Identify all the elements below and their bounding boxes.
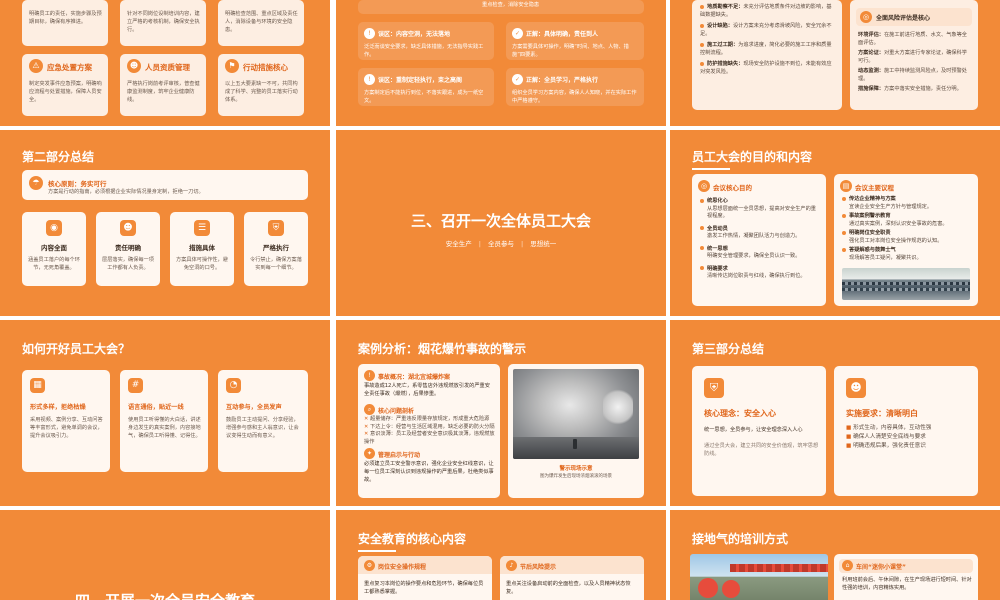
slide-title: 如何开好员工大会？ (22, 342, 131, 356)
case-photo-card: 警示现场示意 图为爆炸发生后现场浓烟滚滚的场景 (508, 364, 644, 498)
slide-meeting-purpose[interactable]: 员工大会的目的和内容 ◎ 会议核心目的 统思化心 从思想层面统一全员思想，提高对安… (670, 130, 1000, 316)
training-photo (690, 554, 828, 600)
shield-icon: ⛨ (268, 220, 284, 236)
lightbulb-icon: ✦ (364, 448, 375, 459)
warning-icon: ! (364, 74, 375, 85)
slide-title: 员工大会的目的和内容 (692, 150, 813, 170)
summary-card-2: ☻ 责任明确 层层落实，确保每一项工作都有人负责。 (96, 212, 160, 286)
gear-icon: ⚙ (364, 560, 375, 571)
core-principle-card: ☂ 核心原则：务实可行 方案是行动的指南，必须根据企业实际情况量身定制，拒绝一刀… (22, 170, 308, 200)
slide-title: 安全教育的核心内容 (358, 532, 467, 552)
user-icon: ☻ (127, 59, 141, 73)
video-icon: ▦ (30, 378, 45, 393)
risk-assess-card: ◎ 全面风险评估是核心 环境评估：在施工前进行地质、水文、气象等全面评估。 方案… (850, 0, 978, 110)
slide-action-plan-elements[interactable]: 明确员工的责任，实施步骤及预期目标，确保有序推进。 针对不同岗位设制培训内容，建… (0, 0, 330, 126)
content-card-1: ⚙ 岗位安全操作规程 重点复习本岗位的操作要点和危险环节，确保每位员工都熟悉掌握… (358, 556, 492, 600)
solution-2: ✓ 正解：全员学习，严格执行 组织全员学习方案内容，确保人人知晓，并在实际工作中… (506, 68, 644, 106)
slide-part3-summary[interactable]: 第三部分总结 ⛨ 核心理念：安全入心 统一思想，全员参与，让安全理念深入人心 通… (670, 320, 1000, 506)
summary-card-4: ⛨ 严格执行 令行禁止，确保方案落实到每一个细节。 (244, 212, 308, 286)
calendar-icon: ▤ (840, 180, 852, 192)
slide-section4-cover[interactable]: 四、开展一次全员安全教育 (0, 510, 330, 600)
warning-icon: ! (364, 370, 375, 381)
alarm-icon: ⚠ (29, 59, 43, 73)
requirement-card: ☻ 实施要求：清晰明白 ■ 形式生动，内容具体，互动性强 ■ 确保人人清楚安全底… (834, 366, 978, 496)
target-icon: ◉ (46, 220, 62, 236)
card-qualification: ☻ 人员资质管理 严格执行岗前考评审核，普查健康监测制度，筑牢企业健康防线。 (120, 54, 206, 116)
slide-title: 案例分析：烟花爆竹事故的警示 (358, 342, 527, 356)
slide-part2-summary[interactable]: 第二部分总结 ☂ 核心原则：务实可行 方案是行动的指南，必须根据企业实际情况量身… (0, 130, 330, 316)
card-training: 针对不同岗位设制培训内容，建立严格的考核机制，确保安全执行。 (120, 0, 206, 46)
summary-card-1: ◉ 内容全面 涵盖员工落户的每个环节，无死角覆盖。 (22, 212, 86, 286)
mini-class-card: ⌂ 车间“迷你小课堂” 利用班前会后、午休间隙，在生产现场进行短时间、针对性强的… (834, 554, 978, 600)
slide-title: 第二部分总结 (22, 150, 95, 164)
target-icon: ◎ (698, 180, 710, 192)
check-icon: ✓ (512, 74, 523, 85)
search-icon: ⌕ (364, 404, 375, 415)
card-inspection: 明确检查范围、重点区域及责任人，消除设备与环境的安全隐患。 (218, 0, 304, 46)
agenda-list: 传达企业精神与方案 宣读企业安全生产方针与管理规定。 事故案例警示教育 通过真实案例… (842, 196, 972, 264)
section-title: 四、开展一次全员安全教育 (0, 590, 330, 600)
problem-list: ✕ 超量储存：严重违反限量存放规定，形成重大危险源 ✕ 下达上令：经营与生活区域… (364, 416, 495, 445)
top-strip: 重点检查，消除安全隐患 (358, 0, 644, 14)
slide-risk-causes[interactable]: 地质勘察不足：未充分评估地质条件对边坡的影响，基础数据缺失。 设计缺陷：设计方案… (670, 0, 1000, 126)
user-icon: ☻ (120, 220, 136, 236)
bell-icon: ♪ (506, 560, 517, 571)
classroom-icon: ⌂ (842, 560, 853, 571)
card-emergency: ⚠ 应急处置方案 制定突发事件应急预案，明确响应流程与处置措施，保障人员安全。 (22, 54, 108, 116)
slide-training-methods[interactable]: 接地气的培训方式 ⌂ 车间“迷你小课堂” 利用班前会后、午休间隙，在生产现场进行… (670, 510, 1000, 600)
hashtag-icon: # (128, 378, 143, 393)
cause-list: 地质勘察不足：未充分评估地质条件对边坡的影响，基础数据缺失。 设计缺陷：设计方案… (700, 4, 832, 75)
user-speaking-icon: ☻ (846, 378, 866, 398)
summary-card-3: ☰ 措施具体 方案具体可操作性，避免空洞的口号。 (170, 212, 234, 286)
purpose-card: ◎ 会议核心目的 统思化心 从思想层面统一全员思想，提高对安全生产的重视程度。 全… (692, 174, 826, 306)
method-card-1: ▦ 形式多样，拒绝枯燥 采用视频、案例分享、互动问答等丰富形式，避免单调的会议，… (22, 370, 110, 472)
slide-education-content[interactable]: 安全教育的核心内容 ⚙ 岗位安全操作规程 重点复习本岗位的操作要点和危险环节，确… (336, 510, 666, 600)
agenda-card: ▤ 会议主要议程 传达企业精神与方案 宣读企业安全生产方针与管理规定。 事故案例警… (834, 174, 978, 306)
method-card-3: ◔ 互动参与，全员发声 鼓励员工主动提问、分享经验，增强参与感和主人翁意识，让会… (218, 370, 308, 472)
case-detail-card: ! 事故概况：湖北宜城爆炸案 事故造成12人死亡，系零售店外违规燃放引发的严重安… (358, 364, 500, 498)
misconception-2: ! 误区：重制定轻执行，束之高阁 方案制定后不能执行到位，不落实跟进，成为一纸空… (358, 68, 494, 106)
warning-icon: ! (364, 28, 375, 39)
core-idea-card: ⛨ 核心理念：安全入心 统一思想，全员参与，让安全理念深入人心 通过全员大会，建… (692, 366, 826, 496)
card-responsibility: 明确员工的责任，实施步骤及预期目标，确保有序推进。 (22, 0, 108, 46)
risk-list: 环境评估：在施工前进行地质、水文、气象等全面评估。 方案论证：对重大方案进行专家… (858, 32, 967, 92)
meeting-photo (842, 268, 970, 300)
section-title: 三、召开一次全体员工大会 (410, 212, 591, 230)
slide-section3-cover[interactable]: 三、召开一次全体员工大会 安全生产 | 全员参与 | 思想统一 (336, 130, 666, 316)
slide-how-to-meeting[interactable]: 如何开好员工大会？ ▦ 形式多样，拒绝枯燥 采用视频、案例分享、互动问答等丰富形… (0, 320, 330, 506)
slide-title: 接地气的培训方式 (692, 532, 789, 546)
slide-title: 第三部分总结 (692, 342, 765, 356)
requirement-list: ■ 形式生动，内容具体，互动性强 ■ 确保人人清楚安全底线与要求 ■ 明确违规后… (846, 425, 932, 449)
method-card-2: # 语言通俗，贴近一线 使用员工听得懂的大白话，讲述身边发生的真实案例，内容接地… (120, 370, 208, 472)
explosion-photo (513, 369, 639, 459)
flag-icon: ⚑ (225, 59, 239, 73)
broadcast-icon: ◔ (226, 378, 241, 393)
card-core-action: ⚑ 行动措施核心 以上五大要素缺一不可，共同构成了科学、完整的员工落实行动体系。 (218, 54, 304, 116)
section-subtitle: 安全生产 | 全员参与 | 思想统一 (445, 240, 557, 248)
content-card-2: ♪ 节后风险提示 重点关注设备启动前的全面检查，以及人员精神状态恢复。 (500, 556, 644, 600)
slide-misconceptions[interactable]: 重点检查，消除安全隐患 ! 误区：内容空洞，无法落地 泛泛而谈安全要求，缺乏具体… (336, 0, 666, 126)
purpose-list: 统思化心 从思想层面统一全员思想，提高对安全生产的重视程度。 全员动员 激发工作热情… (700, 198, 820, 286)
target-icon: ◎ (860, 11, 872, 23)
umbrella-icon: ☂ (29, 176, 43, 190)
check-icon: ✓ (512, 28, 523, 39)
solution-1: ✓ 正解：具体明确，责任到人 方案需要具体可操作，明确“时间、地点、人物、措施”… (506, 22, 644, 60)
slide-case-analysis[interactable]: 案例分析：烟花爆竹事故的警示 ! 事故概况：湖北宜城爆炸案 事故造成12人死亡，… (336, 320, 666, 506)
shield-icon: ⛨ (704, 378, 724, 398)
causes-card: 地质勘察不足：未充分评估地质条件对边坡的影响，基础数据缺失。 设计缺陷：设计方案… (692, 0, 842, 110)
misconception-1: ! 误区：内容空洞，无法落地 泛泛而谈安全要求，缺乏具体措施，无法指导实践工作。 (358, 22, 494, 60)
list-icon: ☰ (194, 220, 210, 236)
